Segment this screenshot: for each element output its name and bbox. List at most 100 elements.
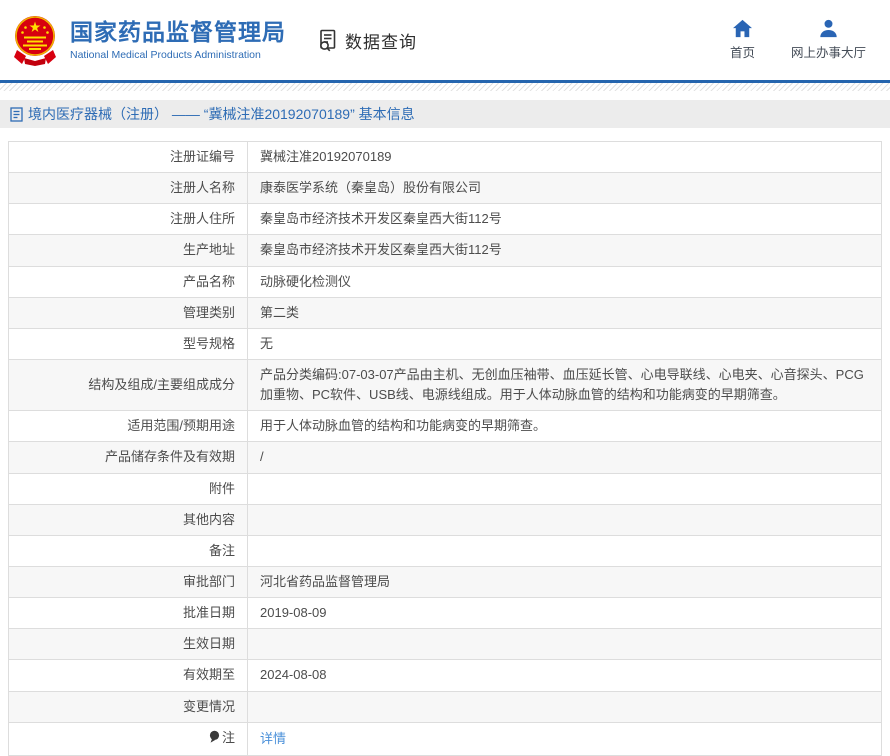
user-icon xyxy=(818,19,839,38)
row-value: / xyxy=(248,442,882,473)
table-row: 备注 xyxy=(9,535,882,566)
detail-link[interactable]: 详情 xyxy=(260,731,286,746)
table-row: 结构及组成/主要组成成分 产品分类编码:07-03-07产品由主机、无创血压袖带… xyxy=(9,359,882,410)
row-label: 审批部门 xyxy=(9,566,248,597)
doc-search-icon xyxy=(316,28,340,52)
row-label-text: 备注 xyxy=(209,543,235,558)
row-label: 批准日期 xyxy=(9,598,248,629)
row-label: 备注 xyxy=(9,535,248,566)
row-label-text: 审批部门 xyxy=(183,574,235,589)
row-label: 变更情况 xyxy=(9,691,248,722)
row-label-text: 注册人住所 xyxy=(170,211,235,226)
table-row: 型号规格 无 xyxy=(9,328,882,359)
row-label-text: 生产地址 xyxy=(183,242,235,257)
breadcrumb: 境内医疗器械（注册） —— “冀械注准20192070189” 基本信息 xyxy=(0,100,890,128)
row-label: 其他内容 xyxy=(9,504,248,535)
row-label-text: 其他内容 xyxy=(183,512,235,527)
note-balloon-icon xyxy=(208,730,221,750)
row-label-text: 附件 xyxy=(209,481,235,496)
row-label: 型号规格 xyxy=(9,328,248,359)
row-label-text: 注 xyxy=(222,730,235,745)
row-label: 附件 xyxy=(9,473,248,504)
table-row: 有效期至 2024-08-08 xyxy=(9,660,882,691)
registration-table: 注册证编号 冀械注准20192070189 注册人名称 康泰医学系统（秦皇岛）股… xyxy=(8,141,882,756)
row-label: 生产地址 xyxy=(9,235,248,266)
national-emblem-icon xyxy=(10,14,60,66)
nav-home[interactable]: 首页 xyxy=(730,19,755,61)
row-label-text: 生效日期 xyxy=(183,636,235,651)
table-row: 适用范围/预期用途 用于人体动脉血管的结构和功能病变的早期筛查。 xyxy=(9,411,882,442)
row-label: 适用范围/预期用途 xyxy=(9,411,248,442)
row-label-text: 产品名称 xyxy=(183,274,235,289)
row-label: 结构及组成/主要组成成分 xyxy=(9,359,248,410)
table-row: 产品储存条件及有效期 / xyxy=(9,442,882,473)
row-value: 第二类 xyxy=(248,297,882,328)
registration-info-panel: 注册证编号 冀械注准20192070189 注册人名称 康泰医学系统（秦皇岛）股… xyxy=(8,141,882,756)
query-label: 数据查询 xyxy=(345,28,417,53)
nav-online-hall-label: 网上办事大厅 xyxy=(791,42,866,61)
row-label: 产品名称 xyxy=(9,266,248,297)
row-label-text: 注册人名称 xyxy=(170,180,235,195)
row-value: 2024-08-08 xyxy=(248,660,882,691)
row-label-text: 有效期至 xyxy=(183,667,235,682)
table-row: 生效日期 xyxy=(9,629,882,660)
home-icon xyxy=(732,19,753,38)
row-label-text: 注册证编号 xyxy=(170,149,235,164)
org-subtitle: National Medical Products Administration xyxy=(70,49,286,61)
row-label-text: 适用范围/预期用途 xyxy=(127,418,235,433)
row-label-text: 管理类别 xyxy=(183,305,235,320)
row-value: 动脉硬化检测仪 xyxy=(248,266,882,297)
table-row: 变更情况 xyxy=(9,691,882,722)
nav-home-label: 首页 xyxy=(730,42,755,61)
row-label: 注册人住所 xyxy=(9,204,248,235)
row-label-text: 型号规格 xyxy=(183,336,235,351)
nav-online-hall[interactable]: 网上办事大厅 xyxy=(791,19,866,61)
table-row: 产品名称 动脉硬化检测仪 xyxy=(9,266,882,297)
row-value: 2019-08-09 xyxy=(248,598,882,629)
table-row: 注册证编号 冀械注准20192070189 xyxy=(9,142,882,173)
row-value: 冀械注准20192070189 xyxy=(248,142,882,173)
row-label: 注册证编号 xyxy=(9,142,248,173)
org-title-block: 国家药品监督管理局 National Medical Products Admi… xyxy=(70,19,286,60)
breadcrumb-title: 境内医疗器械（注册） —— “冀械注准20192070189” 基本信息 xyxy=(28,104,415,124)
row-value xyxy=(248,535,882,566)
row-value: 产品分类编码:07-03-07产品由主机、无创血压袖带、血压延长管、心电导联线、… xyxy=(248,359,882,410)
row-value: 用于人体动脉血管的结构和功能病变的早期筛查。 xyxy=(248,411,882,442)
site-header: 国家药品监督管理局 National Medical Products Admi… xyxy=(0,0,890,83)
table-row: 注册人名称 康泰医学系统（秦皇岛）股份有限公司 xyxy=(9,173,882,204)
row-label: 产品储存条件及有效期 xyxy=(9,442,248,473)
row-label: 有效期至 xyxy=(9,660,248,691)
row-value: 河北省药品监督管理局 xyxy=(248,566,882,597)
row-value xyxy=(248,691,882,722)
registration-table-body: 注册证编号 冀械注准20192070189 注册人名称 康泰医学系统（秦皇岛）股… xyxy=(9,142,882,756)
row-value xyxy=(248,629,882,660)
table-row: 生产地址 秦皇岛市经济技术开发区秦皇西大街112号 xyxy=(9,235,882,266)
row-value: 详情 xyxy=(248,722,882,755)
data-query-section[interactable]: 数据查询 xyxy=(316,28,417,53)
row-value xyxy=(248,504,882,535)
table-row: 审批部门 河北省药品监督管理局 xyxy=(9,566,882,597)
row-label-text: 变更情况 xyxy=(183,699,235,714)
table-row: 附件 xyxy=(9,473,882,504)
table-row: 其他内容 xyxy=(9,504,882,535)
org-title: 国家药品监督管理局 xyxy=(70,19,286,45)
row-value xyxy=(248,473,882,504)
row-value: 秦皇岛市经济技术开发区秦皇西大街112号 xyxy=(248,235,882,266)
table-row: 管理类别 第二类 xyxy=(9,297,882,328)
table-row: 批准日期 2019-08-09 xyxy=(9,598,882,629)
row-value: 秦皇岛市经济技术开发区秦皇西大街112号 xyxy=(248,204,882,235)
row-label-text: 产品储存条件及有效期 xyxy=(105,449,235,464)
header-nav: 首页 网上办事大厅 xyxy=(730,19,874,61)
row-label: 管理类别 xyxy=(9,297,248,328)
row-value: 无 xyxy=(248,328,882,359)
row-label: 注册人名称 xyxy=(9,173,248,204)
table-row: 注 详情 xyxy=(9,722,882,755)
row-label-text: 结构及组成/主要组成成分 xyxy=(88,377,235,392)
site-logo: 国家药品监督管理局 National Medical Products Admi… xyxy=(10,14,286,66)
page-doc-icon xyxy=(10,107,23,122)
hatch-divider xyxy=(0,83,890,91)
row-label: 注 xyxy=(9,722,248,755)
row-label-text: 批准日期 xyxy=(183,605,235,620)
row-value: 康泰医学系统（秦皇岛）股份有限公司 xyxy=(248,173,882,204)
row-label: 生效日期 xyxy=(9,629,248,660)
